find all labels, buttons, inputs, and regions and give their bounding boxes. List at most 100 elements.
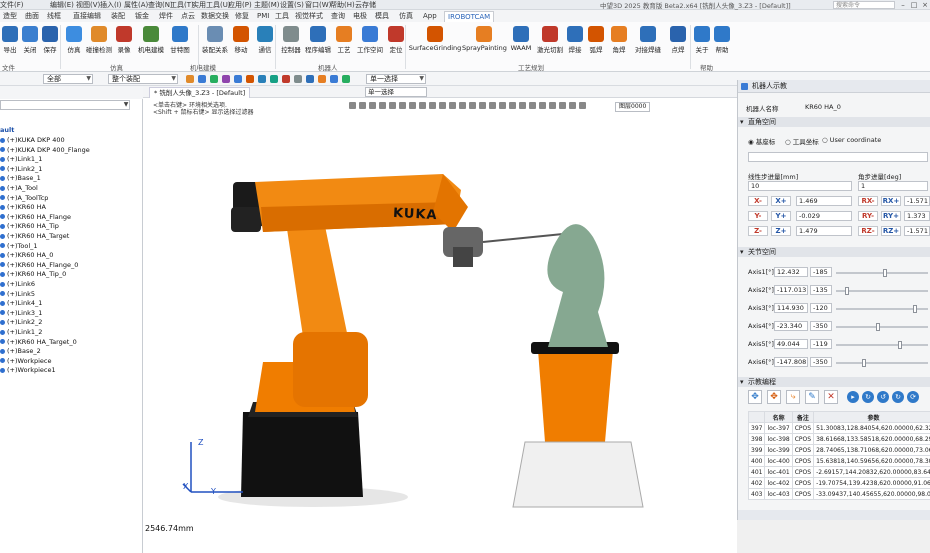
delete-icon[interactable]: ✕ <box>824 390 838 404</box>
laser-cut-button[interactable]: 激光切割 <box>536 25 564 58</box>
axis-min-input[interactable]: -135 <box>810 285 832 295</box>
jog-rot-minus-button[interactable]: RZ- <box>858 226 878 236</box>
view-tool-icon[interactable] <box>509 102 516 109</box>
close-window-icon[interactable]: × <box>920 0 930 10</box>
view-tool-icon[interactable] <box>479 102 486 109</box>
redo-icon[interactable]: ↻ <box>892 391 904 403</box>
process-button[interactable]: 工艺 <box>332 25 356 58</box>
butt-weld-button[interactable]: 对接焊缝 <box>632 25 664 58</box>
filter-all-select[interactable]: 全部 ▼ <box>43 74 93 84</box>
tree-item[interactable]: (+)KUKA DKP 400_Flange <box>0 146 90 155</box>
select-mode-select[interactable]: 单一选择 ▼ <box>366 74 426 84</box>
tree-item[interactable]: (+)KR60 HA <box>0 203 46 212</box>
filter-tool-icon[interactable] <box>270 75 278 83</box>
axis-slider[interactable] <box>836 359 928 367</box>
menu-item[interactable]: 帮助(H) <box>330 0 355 10</box>
slider-thumb[interactable] <box>862 359 866 367</box>
ribbon-tab[interactable]: 工具 <box>272 11 292 21</box>
menu-item[interactable]: 设置(S) <box>280 0 304 10</box>
chevron-down-icon[interactable]: ▼ <box>122 100 130 110</box>
about-button[interactable]: 关于 <box>692 25 712 58</box>
collision-button[interactable]: 碰撞检测 <box>86 25 112 58</box>
view-tool-icon[interactable] <box>559 102 566 109</box>
move-button[interactable]: 移动 <box>230 25 252 58</box>
linear-step-input[interactable]: 10 <box>748 181 852 191</box>
view-tool-icon[interactable] <box>369 102 376 109</box>
axis-value-input[interactable]: -147.808 <box>774 357 808 367</box>
play-icon[interactable]: ▸ <box>847 391 859 403</box>
menu-item[interactable]: 属性(A) <box>124 0 148 10</box>
ribbon-tab[interactable]: 线框 <box>44 11 64 21</box>
view-tool-icon[interactable] <box>379 102 386 109</box>
filter-tool-icon[interactable] <box>342 75 350 83</box>
position-value[interactable]: 1.479 <box>796 226 852 236</box>
gantt-button[interactable]: 甘特图 <box>166 25 194 58</box>
coord-user-radio[interactable]: ○ User coordinate <box>822 136 881 144</box>
jog-plus-button[interactable]: X+ <box>771 196 791 206</box>
tree-item[interactable]: (+)Link1_1 <box>0 155 42 164</box>
add-point-icon[interactable]: ✥ <box>767 390 781 404</box>
jog-minus-button[interactable]: X- <box>748 196 768 206</box>
view-tool-icon[interactable] <box>569 102 576 109</box>
table-row[interactable]: 397 loc-397 CPOS 51.30083,128.84054,620.000… <box>747 422 930 434</box>
tree-item[interactable]: (+)Link3_1 <box>0 309 42 318</box>
filter-tool-icon[interactable] <box>282 75 290 83</box>
tree-item[interactable]: (+)KR60 HA_Tip <box>0 222 59 231</box>
table-row[interactable]: 403 loc-403 CPOS -33.09437,140.45655,620.00… <box>747 488 930 500</box>
path-icon[interactable]: ⤷ <box>786 390 800 404</box>
axis-value-input[interactable]: 114.930 <box>774 303 808 313</box>
3d-viewport[interactable]: * 铣削人头像_3.Z3 - [Default] 单一选择 <单击右键> 环境相… <box>143 86 737 553</box>
view-tool-icon[interactable] <box>539 102 546 109</box>
filter-tool-icon[interactable] <box>318 75 326 83</box>
surface-grinding-button[interactable]: SurfaceGrinding <box>408 25 462 58</box>
jog-rot-minus-button[interactable]: RY- <box>858 211 878 221</box>
ribbon-tab[interactable]: 钣金 <box>132 11 152 21</box>
tree-item[interactable]: (+)KUKA DKP 400 <box>0 136 65 145</box>
save-button[interactable]: 保存 <box>40 25 60 58</box>
filter-tool-icon[interactable] <box>198 75 206 83</box>
assembly-relation-button[interactable]: 装配关系 <box>200 25 230 58</box>
ribbon-tab[interactable]: 曲面 <box>22 11 42 21</box>
ribbon-tab[interactable]: 模具 <box>372 11 392 21</box>
axis-value-input[interactable]: -23.340 <box>774 321 808 331</box>
filter-tool-icon[interactable] <box>246 75 254 83</box>
export-button[interactable]: 导出 <box>0 25 20 58</box>
jog-minus-button[interactable]: Z- <box>748 226 768 236</box>
tree-item[interactable]: (+)Link1_2 <box>0 328 42 337</box>
axis-slider[interactable] <box>836 269 928 277</box>
table-row[interactable]: 402 loc-402 CPOS -19.70754,139.4238,620.000… <box>747 477 930 489</box>
menu-item[interactable]: 查询(N) <box>148 0 173 10</box>
filter-tool-icon[interactable] <box>258 75 266 83</box>
rotation-value[interactable]: 1.373 <box>904 211 930 221</box>
program-section[interactable]: 示教编程 <box>738 377 930 387</box>
view-tool-icon[interactable] <box>349 102 356 109</box>
robot-scene[interactable] <box>143 112 737 553</box>
refresh-icon[interactable]: ↻ <box>862 391 874 403</box>
view-tool-icon[interactable] <box>419 102 426 109</box>
view-tool-icon[interactable] <box>499 102 506 109</box>
menu-item[interactable]: 云存储 <box>355 0 376 10</box>
view-tool-icon[interactable] <box>489 102 496 109</box>
axis-value-input[interactable]: 49.044 <box>774 339 808 349</box>
view-tool-icon[interactable] <box>459 102 466 109</box>
view-tool-icon[interactable] <box>519 102 526 109</box>
tree-item[interactable]: (+)KR60 HA_Target <box>0 232 69 241</box>
filter-tool-icon[interactable] <box>222 75 230 83</box>
tree-item[interactable]: (+)Base_1 <box>0 174 41 183</box>
menu-item[interactable]: 文件(F) <box>0 0 24 10</box>
rotation-value[interactable]: -1.571 <box>904 226 930 236</box>
axis-min-input[interactable]: -350 <box>810 321 832 331</box>
tree-item[interactable]: (+)Base_2 <box>0 347 41 356</box>
axis-value-input[interactable]: 12.432 <box>774 267 808 277</box>
weld-button[interactable]: 焊接 <box>564 25 586 58</box>
menu-item[interactable]: 插入(I) <box>100 0 122 10</box>
tree-item[interactable]: (+)KR60 HA_Flange_0 <box>0 261 78 270</box>
axis-slider[interactable] <box>836 287 928 295</box>
ribbon-tab[interactable]: 造型 <box>0 11 20 21</box>
view-tool-icon[interactable] <box>359 102 366 109</box>
command-search-input[interactable]: 搜索命令 <box>833 1 895 9</box>
view-tool-icon[interactable] <box>429 102 436 109</box>
workspace-button[interactable]: 工作空间 <box>356 25 384 58</box>
ribbon-tab[interactable]: 视觉样式 <box>292 11 326 21</box>
slider-thumb[interactable] <box>876 323 880 331</box>
